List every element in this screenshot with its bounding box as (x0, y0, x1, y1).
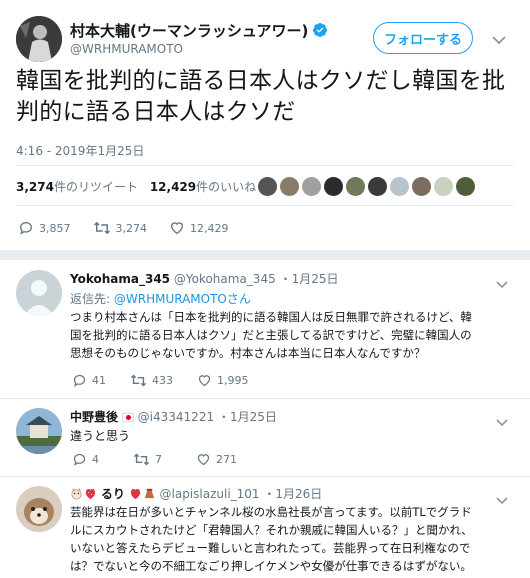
tweet-actions: 3,857 3,274 12,429 (18, 220, 229, 236)
liker-avatar[interactable] (434, 177, 453, 196)
reply-avatar[interactable] (16, 408, 62, 454)
liker-avatar[interactable] (324, 177, 343, 196)
retweet-action[interactable]: 3,274 (93, 220, 147, 236)
divider (16, 205, 514, 206)
section-separator (0, 250, 530, 260)
reply-author-name[interactable]: 中野豊後 (70, 410, 118, 424)
reply-text: つまり村本さんは「日本を批判的に語る韓国人は反日無罪で許されるけど、韓 国を批判… (70, 310, 472, 360)
author-avatar[interactable] (16, 16, 62, 62)
retweet-action[interactable]: 7 (133, 452, 162, 467)
likes-stat[interactable]: 12,429件のいいね (150, 180, 256, 194)
reply-action[interactable]: 3,857 (18, 220, 71, 236)
tweet-stats: 3,274件のリツイート 12,429件のいいね (16, 178, 256, 195)
chevron-down-icon[interactable] (496, 274, 508, 293)
liker-avatar[interactable] (456, 177, 475, 196)
liker-avatars (258, 177, 475, 196)
tweet-timestamp[interactable]: 4:16 - 2019年1月25日 (16, 142, 144, 159)
reply-text: 芸能界は在日が多いとチャンネル桜の水島社長が言ってます。以前TLでグラド ルにス… (70, 505, 473, 573)
liker-avatar[interactable] (302, 177, 321, 196)
japan-flag-icon (121, 413, 134, 422)
liker-avatar[interactable] (412, 177, 431, 196)
reply-date[interactable]: 1月26日 (275, 487, 322, 501)
reply-to-handle[interactable]: @WRHMURAMOTO (114, 292, 227, 306)
retweet-action[interactable]: 433 (130, 373, 173, 388)
reply-date[interactable]: 1月25日 (292, 272, 339, 286)
author-display-name[interactable]: 村本大輔(ウーマンラッシュアワー) (70, 22, 308, 40)
retweet-icon (133, 453, 150, 466)
emoji-decorations-icon (70, 487, 97, 500)
like-action[interactable]: 271 (196, 452, 237, 467)
follow-button[interactable]: フォローする (373, 22, 473, 54)
like-action[interactable]: 1,995 (197, 373, 249, 388)
verified-badge-icon (312, 22, 328, 42)
reply-text: 違うと思う (70, 429, 131, 443)
reply-author-handle[interactable]: @lapislazuli_101 (160, 487, 260, 501)
divider (0, 476, 530, 477)
reply-avatar-default[interactable] (16, 270, 62, 316)
reply-header: 中野豊後 @i43341221 ・1月25日 (70, 410, 277, 424)
reply-author-name[interactable]: Yokohama_345 (70, 272, 170, 286)
reply-author-handle[interactable]: @i43341221 (138, 410, 214, 424)
heart-icon (198, 375, 211, 387)
reply-action[interactable]: 41 (72, 373, 106, 388)
author-name-row[interactable]: 村本大輔(ウーマンラッシュアワー) (70, 20, 328, 42)
retweets-stat[interactable]: 3,274件のリツイート (16, 180, 138, 194)
liker-avatar[interactable] (280, 177, 299, 196)
chevron-down-icon[interactable] (492, 30, 506, 49)
reply-actions: 41 433 1,995 (72, 373, 249, 388)
liker-avatar[interactable] (258, 177, 277, 196)
heart-icon (170, 222, 184, 235)
reply-author-name[interactable]: るり (101, 487, 125, 501)
liker-avatar[interactable] (390, 177, 409, 196)
reply-actions: 4 7 271 (72, 452, 237, 467)
reply-action[interactable]: 4 (72, 452, 99, 467)
reply-header: るり @lapislazuli_101 ・1月26日 (70, 485, 322, 502)
reply-icon (19, 221, 33, 235)
reply-header: Yokohama_345 @Yokohama_345 ・1月25日 (70, 272, 339, 286)
reply-icon (73, 374, 86, 387)
tweet-text: 韓国を批判的に語る日本人はクソだし韓国を批判的に語る日本人はクソだ (16, 68, 506, 125)
divider (0, 398, 530, 399)
reply-author-handle[interactable]: @Yokohama_345 (174, 272, 276, 286)
like-action[interactable]: 12,429 (169, 220, 229, 236)
reply-icon (73, 453, 86, 466)
reply-avatar[interactable] (16, 486, 62, 532)
heart-icon (197, 454, 210, 466)
reply-to-line: 返信先: @WRHMURAMOTOさん (70, 292, 251, 306)
author-handle[interactable]: @WRHMURAMOTO (70, 42, 183, 56)
liker-avatar[interactable] (368, 177, 387, 196)
retweet-icon (93, 221, 110, 235)
reply-date[interactable]: 1月25日 (230, 410, 277, 424)
retweet-icon (130, 374, 147, 387)
divider (16, 165, 514, 166)
emoji-decorations-icon (129, 487, 156, 500)
liker-avatar[interactable] (346, 177, 365, 196)
